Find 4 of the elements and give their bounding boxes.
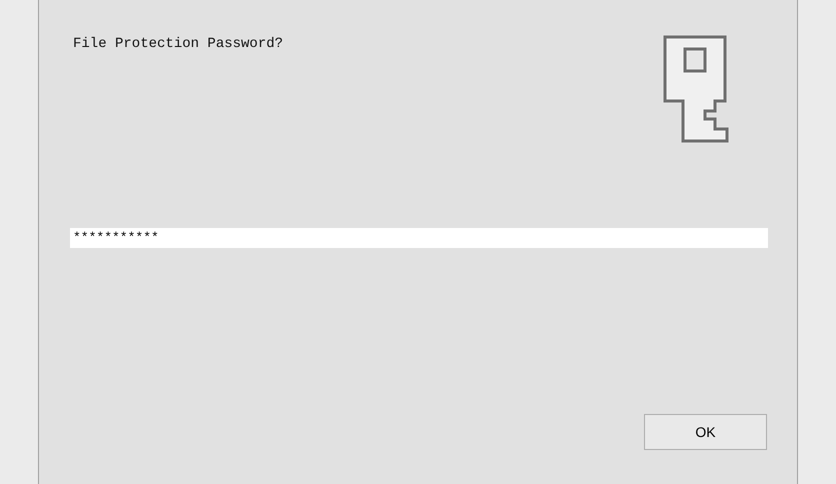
prompt-text: File Protection Password? bbox=[73, 35, 284, 54]
key-icon bbox=[663, 35, 731, 145]
ok-button[interactable]: OK bbox=[644, 414, 767, 450]
password-field[interactable]: *********** bbox=[70, 228, 768, 248]
